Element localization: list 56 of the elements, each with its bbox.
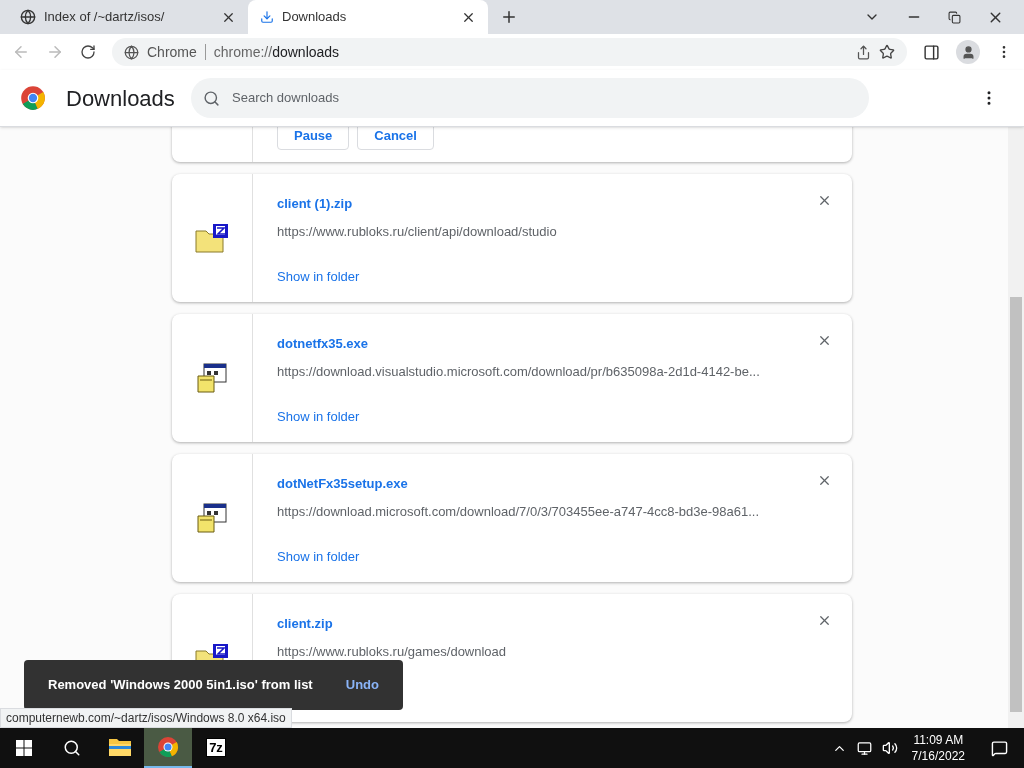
browser-tab[interactable]: Downloads xyxy=(248,0,488,34)
new-tab-icon[interactable] xyxy=(500,8,518,26)
tab-title: Index of /~dartz/isos/ xyxy=(44,8,166,27)
remove-icon[interactable] xyxy=(817,193,832,208)
network-icon[interactable] xyxy=(856,740,872,756)
search-icon[interactable] xyxy=(63,739,81,757)
show-in-folder-link[interactable]: Show in folder xyxy=(277,407,360,427)
show-in-folder-link[interactable]: Show in folder xyxy=(277,267,360,287)
page-title: Downloads xyxy=(66,84,176,113)
source-url: https://www.rubloks.ru/games/download xyxy=(277,644,508,659)
globe-icon xyxy=(20,9,36,25)
side-panel-icon[interactable] xyxy=(923,43,940,61)
reload-icon[interactable] xyxy=(80,44,96,60)
scrollbar[interactable] xyxy=(1008,127,1024,728)
chrome-page-icon xyxy=(124,44,139,60)
download-icon xyxy=(260,10,274,24)
download-action-button[interactable]: Pause xyxy=(277,127,350,150)
show-in-folder-link[interactable]: Show in folder xyxy=(277,547,360,567)
search-bar[interactable]: Search downloads xyxy=(191,78,869,118)
clock-date[interactable]: 7/16/2022 xyxy=(911,748,965,764)
file-name-link[interactable]: dotNetFx35setup.exe xyxy=(277,476,408,491)
bookmark-star-icon[interactable] xyxy=(879,44,895,60)
source-url: https://download.microsoft.com/download/7/0/3/703455ee-a747-4cc8-bd3e-98a61... xyxy=(277,504,761,519)
folder-icon xyxy=(108,737,132,757)
search-field[interactable]: Search downloads xyxy=(232,88,857,108)
installer-icon xyxy=(196,362,228,394)
file-name-link[interactable]: client (1).zip xyxy=(277,196,353,211)
url-text: chrome://downloads xyxy=(213,42,340,62)
download-action-button[interactable]: Cancel xyxy=(357,127,434,150)
search-icon xyxy=(203,89,220,107)
profile-avatar[interactable] xyxy=(956,40,980,64)
remove-icon[interactable] xyxy=(817,613,832,628)
file-name-link[interactable]: client.zip xyxy=(277,616,333,631)
remove-icon[interactable] xyxy=(817,473,832,488)
source-url: https://www.rubloks.ru/client/api/download/studio xyxy=(277,224,558,239)
undo-button[interactable]: Undo xyxy=(345,675,379,695)
address-bar[interactable]: Chrome chrome://downloads xyxy=(112,38,907,66)
browser-taskbar-button[interactable] xyxy=(144,728,192,768)
file-name-link[interactable]: dotnetfx35.exe xyxy=(277,336,369,351)
clock-time[interactable]: 11:09 AM xyxy=(913,732,964,748)
zip-folder-icon xyxy=(195,223,229,253)
restore-icon[interactable] xyxy=(948,10,961,24)
share-icon[interactable] xyxy=(856,44,871,60)
windows-start-icon[interactable] xyxy=(16,740,32,756)
remove-icon[interactable] xyxy=(817,333,832,348)
installer-icon xyxy=(196,502,228,534)
chrome-logo-icon xyxy=(20,85,46,111)
toast-message: Removed 'Windows 2000 5in1.iso' from list xyxy=(48,676,313,695)
volume-icon[interactable] xyxy=(881,740,898,756)
origin-label: Chrome xyxy=(147,42,197,62)
archiver-taskbar-button[interactable]: 7z xyxy=(192,728,240,768)
source-url: https://download.visualstudio.microsoft.com/download/pr/b635098a-2d1d-4142-be... xyxy=(277,364,761,379)
status-url: computernewb.com/~dartz/isos/Windows 8.0 x64.iso xyxy=(0,708,292,728)
notifications-icon[interactable] xyxy=(991,739,1008,757)
chrome-logo-icon xyxy=(157,736,179,758)
tab-title: Downloads xyxy=(282,8,348,27)
